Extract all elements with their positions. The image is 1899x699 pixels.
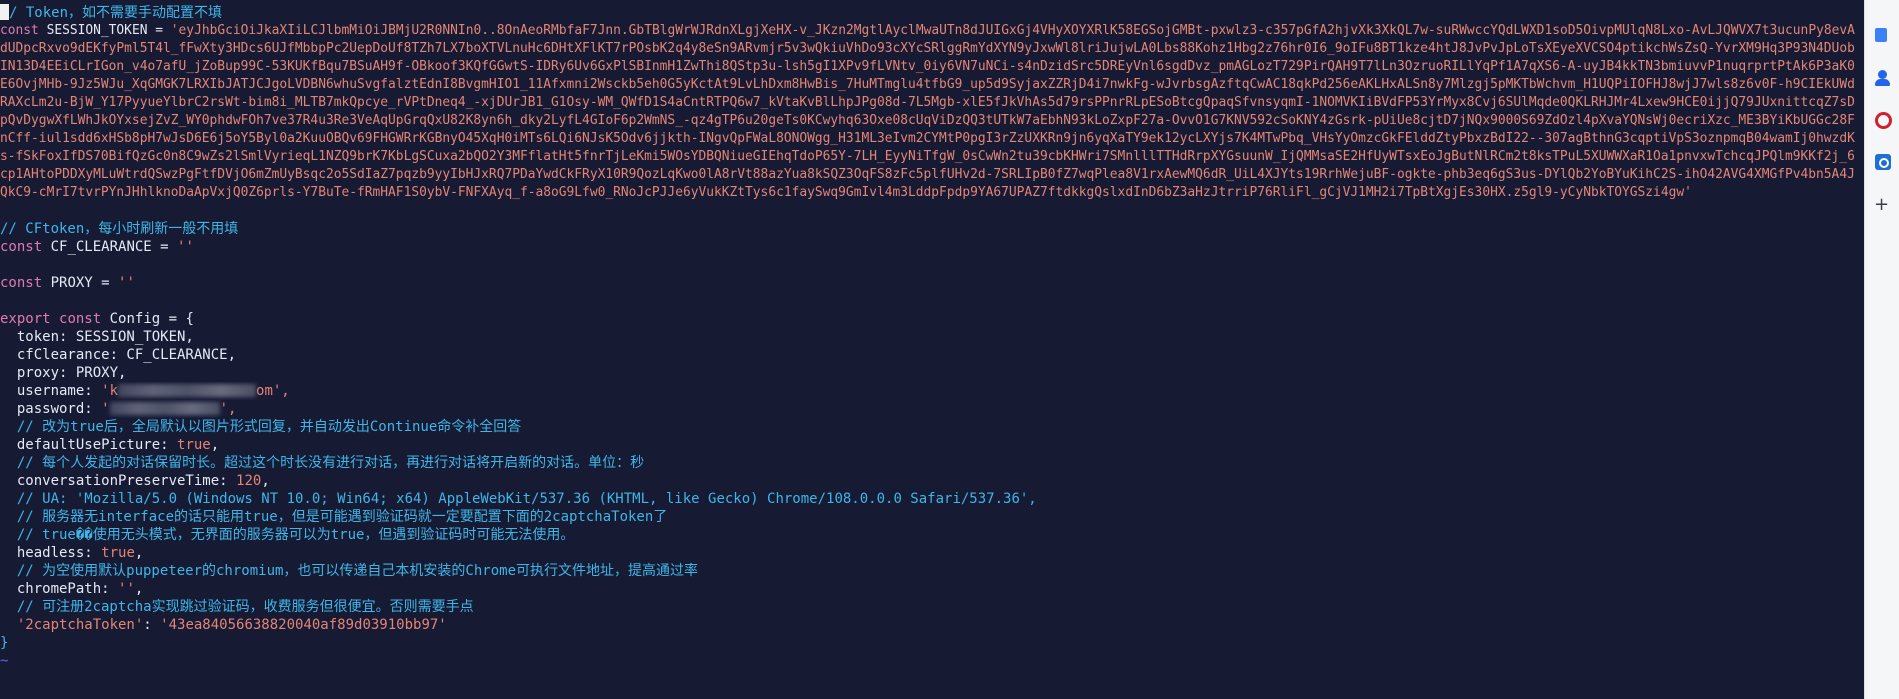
headless-key: headless: [0,545,102,561]
const-keyword: const [59,311,102,327]
password-value-end: ', [219,401,237,417]
config-preserve-time-line: conversationPreserveTime: 120, [0,473,270,489]
config-identifier: Config [109,311,161,327]
config-2captcha-line: '2captchaToken': '43ea84056638820040af89… [0,616,1862,634]
assign-operator: = [151,239,178,255]
config-open-brace: = { [160,311,194,327]
redacted-password [109,402,220,415]
config-headless-line: headless: true, [0,545,144,561]
assign-operator: = [92,275,119,291]
office-icon[interactable] [1875,112,1892,129]
config-chrome-path-line: chromePath: '', [0,581,144,597]
captcha-value: '43ea84056638820040af89d03910bb97' [160,617,447,633]
config-password-line: password: ' ', [0,400,1862,418]
config-default-picture-line: defaultUsePicture: true, [0,437,220,453]
comment-server-interface: // 服务器无interface的话只能用true，但是可能遇到验证码就一定要配… [0,509,668,525]
export-keyword: export [0,311,51,327]
empty-line-tilde: ~ [0,653,9,669]
code-editor[interactable]: / Token，如不需要手动配置不填 const SESSION_TOKEN =… [0,4,1862,699]
session-token-value: 'eyJhbGciOiJkaXIiLCJlbmMiOiJBMjU2R0NNIn0… [0,23,1855,200]
comment-token: / Token，如不需要手动配置不填 [9,5,223,21]
config-username-line: username: 'k om', [0,382,1862,400]
config-proxy-line: proxy: PROXY, [0,365,127,381]
code-line-proxy: const PROXY = '' [0,274,1862,292]
screen: / Token，如不需要手动配置不填 const SESSION_TOKEN =… [0,0,1899,699]
captcha-colon: : [143,617,161,633]
default-picture-key: defaultUsePicture: [0,437,178,453]
user-icon[interactable] [1875,70,1891,86]
const-keyword: const [0,275,43,291]
code-line-export: export const Config = { [0,310,1862,328]
code-line-cftoken-comment: // CFtoken，每小时刷新一般不用填 [0,220,1862,238]
const-keyword: const [0,23,39,38]
const-keyword: const [0,239,43,255]
bookmark-icon[interactable] [1875,28,1887,42]
proxy-identifier: PROXY [50,275,93,291]
session-token-declaration: const SESSION_TOKEN = 'eyJhbGciOiJkaXIiL… [0,22,1858,220]
cf-clearance-value: '' [177,239,194,255]
headless-value: true [101,545,135,561]
code-line-cf-clearance: const CF_CLEARANCE = '' [0,238,1862,256]
text-cursor [0,4,9,20]
comment-user-agent: // UA: 'Mozilla/5.0 (Windows NT 10.0; Wi… [0,491,1037,507]
comment-chrome-path: // 为空使用默认puppeteer的chromium，也可以传递自己本机安装的… [0,563,699,579]
username-value-start: 'k [101,383,119,399]
proxy-value: '' [118,275,135,291]
default-picture-value: true [177,437,211,453]
password-value-start: ' [101,401,110,417]
chrome-path-value: '' [118,581,135,597]
username-value-end: om', [256,383,290,399]
right-side-toolbar: + [1864,0,1899,699]
comment-default-picture: // 改为true后，全局默认以图片形式回复，并自动发出Continue命令补全… [0,419,522,435]
code-line-1: / Token，如不需要手动配置不填 [0,4,1862,22]
outlook-icon[interactable] [1875,154,1891,170]
session-token-identifier: SESSION_TOKEN [46,23,148,38]
redacted-username [118,384,257,397]
cf-clearance-identifier: CF_CLEARANCE [50,239,152,255]
captcha-key: '2captchaToken' [0,617,144,633]
comment-headless: // true��使用无头模式，无界面的服务器可以为true，但遇到验证码时可能… [0,527,575,543]
chrome-path-key: chromePath: [0,581,119,597]
username-key: username: [0,383,102,399]
assign-operator: = [147,23,171,38]
preserve-time-key: conversationPreserveTime: [0,473,237,489]
preserve-time-value: 120 [236,473,262,489]
config-token-line: token: SESSION_TOKEN, [0,329,194,345]
comment-2captcha: // 可注册2captcha实现跳过验证码，收费服务但很便宜。否则需要手点 [0,599,474,615]
comment-cftoken: // CFtoken，每小时刷新一般不用填 [0,221,239,237]
comment-preserve-time: // 每个人发起的对话保留时长。超过这个时长没有进行对话，再进行对话将开启新的对… [0,455,645,471]
password-key: password: [0,401,102,417]
add-icon[interactable]: + [1874,196,1889,214]
config-close-brace: } [0,635,9,651]
config-cfclearance-line: cfClearance: CF_CLEARANCE, [0,347,237,363]
